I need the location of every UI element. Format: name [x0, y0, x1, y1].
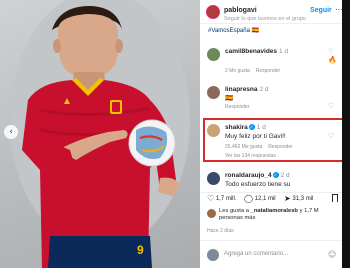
previous-image-button[interactable]: ‹: [4, 125, 18, 139]
comment-button[interactable]: ◯ 12,1 mil: [244, 194, 276, 203]
comment-avatar[interactable]: [207, 48, 220, 61]
player-illustration: 9: [10, 0, 190, 268]
heart-icon: ♡: [207, 194, 215, 203]
post-detail-panel: pablogavi Seguir ··· Seguir lo que tuvim…: [200, 0, 346, 268]
comment-meta: Responder: [225, 104, 255, 110]
verified-icon: ✓: [272, 172, 279, 179]
like-button[interactable]: ♡ 1,7 mill.: [207, 194, 237, 203]
reply-button[interactable]: Responder: [268, 144, 292, 150]
caption-partial: Seguir lo que tuvimos en el grupo: [224, 16, 306, 22]
share-button[interactable]: ➤ 31,3 mil: [284, 194, 313, 203]
comment-user[interactable]: shakira ✓ 1 d: [225, 124, 266, 131]
like-comment-icon[interactable]: ♡: [328, 48, 333, 55]
current-user-avatar: [207, 249, 219, 261]
comment-avatar[interactable]: [207, 124, 220, 137]
liker-avatar[interactable]: [207, 209, 216, 218]
chevron-left-icon: ‹: [9, 127, 13, 137]
post-image[interactable]: 9 ‹: [0, 0, 200, 268]
comment-user[interactable]: linapresna 2 d: [225, 86, 269, 93]
comment-input[interactable]: Agrega un comentario...: [224, 251, 316, 257]
reply-button[interactable]: Responder: [225, 104, 249, 110]
emoji-icon[interactable]: ☺: [328, 250, 336, 259]
scrollbar-track[interactable]: [342, 0, 350, 268]
comment-avatar[interactable]: [207, 172, 220, 185]
follow-button[interactable]: Seguir: [310, 7, 332, 14]
add-comment-bar: Agrega un comentario... ☺: [200, 240, 342, 268]
author-avatar[interactable]: [206, 5, 220, 19]
reply-button[interactable]: Responder: [256, 68, 280, 74]
post-timestamp: Hace 2 días: [207, 228, 234, 234]
liked-by-text: Les gusta a _nataliamoralesb y 1,7 M per…: [219, 208, 319, 221]
likes-count: 1,7 mill.: [215, 196, 237, 203]
comment-text: 🇪🇸: [225, 94, 234, 102]
liker-username[interactable]: _nataliamoralesb: [251, 208, 298, 214]
comment-icon: ◯: [244, 194, 253, 203]
verified-icon: ✓: [248, 124, 255, 131]
fire-icon[interactable]: 🔥: [328, 56, 337, 64]
comments-count: 12,1 mil: [254, 196, 276, 203]
like-comment-icon[interactable]: ♡: [328, 132, 334, 140]
comment-avatar[interactable]: [207, 86, 220, 99]
jersey-number: 9: [137, 243, 144, 257]
like-comment-icon[interactable]: ♡: [328, 102, 334, 110]
comment-text: Muy feliz por ti Gavi!!: [225, 133, 286, 140]
author-username[interactable]: pablogavi: [224, 7, 257, 14]
shares-count: 31,3 mil: [292, 196, 314, 203]
caption-hashtag[interactable]: #VamosEspaña 🇪🇸: [208, 27, 259, 34]
comment-meta: 25.462 Me gusta Responder: [225, 144, 293, 150]
view-replies-link[interactable]: Ver las 134 respuestas: [225, 153, 276, 159]
bookmark-icon[interactable]: [332, 194, 338, 202]
share-icon: ➤: [284, 194, 291, 203]
comment-user[interactable]: camil8benavides 1 d: [225, 48, 288, 55]
comment-user[interactable]: ronaldaraujo_4 ✓ 2 d: [225, 172, 290, 179]
comment-meta: 2 Me gusta Responder: [225, 68, 281, 74]
comment-text: Todo esfuerzo tiene su: [225, 181, 291, 188]
